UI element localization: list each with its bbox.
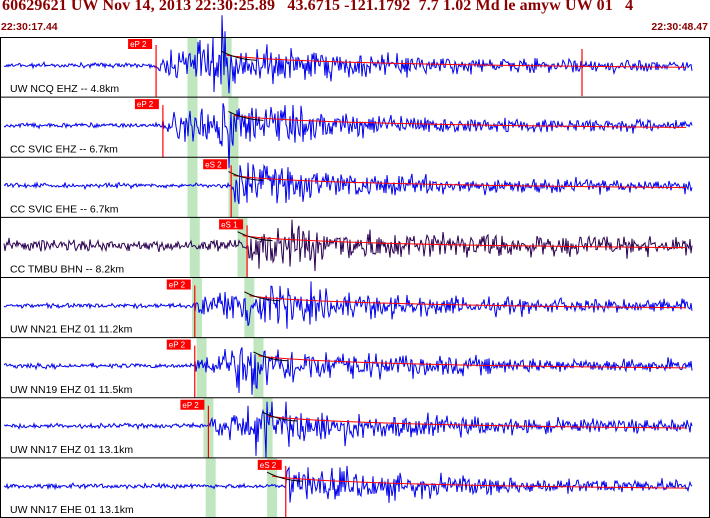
seismogram-plot[interactable]: eP 2 UW NCQ EHZ -- 4.8km eP 2 CC SVIC EHZ -…: [0, 0, 710, 518]
waveform-line: [3, 103, 693, 169]
station-label: UW NN17 EHZ 01 13.1km: [10, 444, 133, 456]
station-label: UW NN19 EHZ 01 11.5km: [10, 384, 133, 396]
pick-label: eP 2: [182, 401, 199, 410]
pick-label: eS 2: [205, 160, 222, 169]
pick-label: eP 2: [130, 40, 147, 49]
pick-label: eP 2: [169, 341, 186, 350]
pick-label: eP 2: [169, 281, 186, 290]
waveform-line: [3, 162, 693, 205]
waveform-line: [3, 15, 693, 94]
waveform-line: [3, 465, 693, 503]
station-label: CC SVIC EHE -- 6.7km: [10, 203, 119, 215]
p-phase-window: [192, 277, 203, 338]
station-label: UW NCQ EHZ -- 4.8km: [10, 83, 119, 95]
station-label: UW NN17 EHE 01 13.1km: [10, 504, 134, 516]
waveform-line: [3, 281, 693, 329]
pick-label: eP 2: [137, 100, 154, 109]
station-label: UW NN21 EHZ 01 11.2km: [10, 324, 133, 336]
pick-label: eS 2: [260, 461, 277, 470]
station-label: CC SVIC EHZ -- 6.7km: [10, 143, 118, 155]
p-phase-window: [187, 157, 198, 218]
station-label: CC TMBU BHN -- 8.2km: [10, 264, 124, 276]
pick-label: eS 1: [221, 220, 238, 229]
